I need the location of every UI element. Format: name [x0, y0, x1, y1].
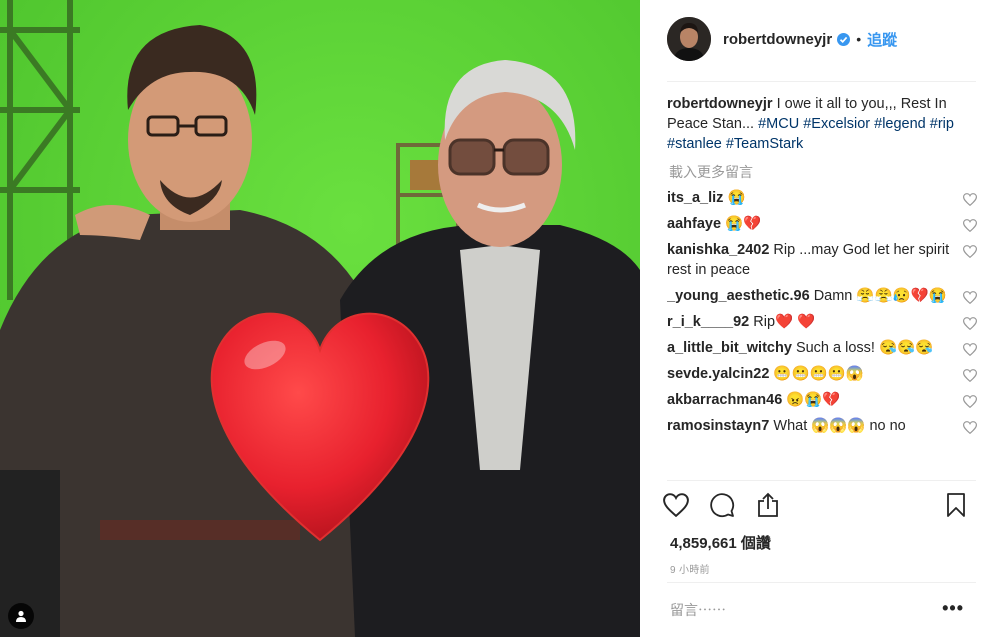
avatar-image — [667, 17, 711, 61]
comment-username[interactable]: r_i_k____92 — [667, 314, 749, 330]
comment-username[interactable]: aahfaye — [667, 216, 721, 232]
like-comment-heart-icon[interactable] — [963, 421, 977, 434]
load-more-comments-button[interactable]: 載入更多留言 — [669, 162, 977, 182]
follow-button[interactable]: 追蹤 — [867, 29, 897, 50]
hashtag-link[interactable]: #Excelsior — [803, 116, 870, 132]
more-options-button[interactable]: ••• — [942, 598, 964, 619]
comment-text: What 😱😱😱 no no — [773, 418, 906, 434]
comment-text: 😬😬😬😬😱 — [773, 366, 864, 382]
comment-text: 😭 — [727, 190, 746, 206]
comment-text: Damn 😤😤😥💔😭 — [813, 288, 947, 304]
photo-image — [0, 0, 640, 637]
share-button[interactable] — [753, 490, 783, 520]
comment-item: aahfaye 😭💔 — [667, 214, 977, 234]
post-photo[interactable] — [0, 0, 640, 637]
separator-dot: • — [856, 31, 862, 47]
post-side-panel: robertdowneyjr • 追蹤 robertdowneyjr I owe… — [641, 0, 1000, 637]
comment-item: a_little_bit_witchy Such a loss! 😪😪😪 — [667, 338, 977, 358]
like-comment-heart-icon[interactable] — [963, 193, 977, 206]
heart-icon — [663, 493, 689, 517]
post-username[interactable]: robertdowneyjr — [723, 31, 832, 48]
comments-list[interactable]: robertdowneyjr I owe it all to you,,, Re… — [667, 92, 977, 476]
comment-username[interactable]: _young_aesthetic.96 — [667, 288, 810, 304]
divider — [667, 582, 976, 583]
hashtag-link[interactable]: #MCU — [758, 116, 799, 132]
hashtag-link[interactable]: #legend — [874, 116, 926, 132]
comment-username[interactable]: a_little_bit_witchy — [667, 340, 792, 356]
like-comment-heart-icon[interactable] — [963, 369, 977, 382]
save-button[interactable] — [941, 490, 971, 520]
like-comment-heart-icon[interactable] — [963, 245, 977, 258]
avatar[interactable] — [667, 17, 711, 61]
verified-badge-icon — [837, 32, 851, 46]
likes-count[interactable]: 4,859,661 個讚 — [670, 532, 771, 553]
like-comment-heart-icon[interactable] — [963, 395, 977, 408]
comment-text: 😭💔 — [725, 216, 762, 232]
hashtag-link[interactable]: #rip — [930, 116, 954, 132]
comment-username[interactable]: kanishka_2402 — [667, 242, 769, 258]
post-actions — [661, 490, 971, 524]
person-icon — [16, 610, 26, 622]
divider — [667, 81, 976, 82]
post-caption: robertdowneyjr I owe it all to you,,, Re… — [667, 94, 977, 154]
comment-item: its_a_liz 😭 — [667, 188, 977, 208]
hashtag-link[interactable]: #TeamStark — [726, 136, 803, 152]
bookmark-icon — [947, 493, 965, 517]
user-tag-button[interactable] — [8, 603, 34, 629]
comment-username[interactable]: sevde.yalcin22 — [667, 366, 769, 382]
like-comment-heart-icon[interactable] — [963, 343, 977, 356]
comment-text: Rip❤️ ❤️ — [753, 314, 816, 330]
comment-username[interactable]: its_a_liz — [667, 190, 723, 206]
comment-text: 😠😭💔 — [786, 392, 841, 408]
caption-username[interactable]: robertdowneyjr — [667, 96, 773, 112]
comment-item: ramosinstayn7 What 😱😱😱 no no — [667, 416, 977, 436]
like-comment-heart-icon[interactable] — [963, 219, 977, 232]
like-comment-heart-icon[interactable] — [963, 291, 977, 304]
hashtag-link[interactable]: #stanlee — [667, 136, 722, 152]
comment-bubble-icon — [710, 493, 735, 518]
like-comment-heart-icon[interactable] — [963, 317, 977, 330]
share-icon — [758, 492, 778, 517]
comment-item: akbarrachman46 😠😭💔 — [667, 390, 977, 410]
comment-item: kanishka_2402 Rip ...may God let her spi… — [667, 240, 977, 280]
like-button[interactable] — [661, 490, 691, 520]
comment-button[interactable] — [707, 490, 737, 520]
comment-item: _young_aesthetic.96 Damn 😤😤😥💔😭 — [667, 286, 977, 306]
comment-text: Such a loss! 😪😪😪 — [795, 340, 934, 356]
comment-username[interactable]: ramosinstayn7 — [667, 418, 769, 434]
comment-item: sevde.yalcin22 😬😬😬😬😱 — [667, 364, 977, 384]
comment-item: r_i_k____92 Rip❤️ ❤️ — [667, 312, 977, 332]
comment-username[interactable]: akbarrachman46 — [667, 392, 782, 408]
post-header: robertdowneyjr • 追蹤 — [667, 17, 1000, 61]
add-comment-input[interactable] — [670, 602, 930, 618]
post-timestamp[interactable]: 9 小時前 — [670, 561, 710, 576]
divider — [667, 480, 976, 481]
